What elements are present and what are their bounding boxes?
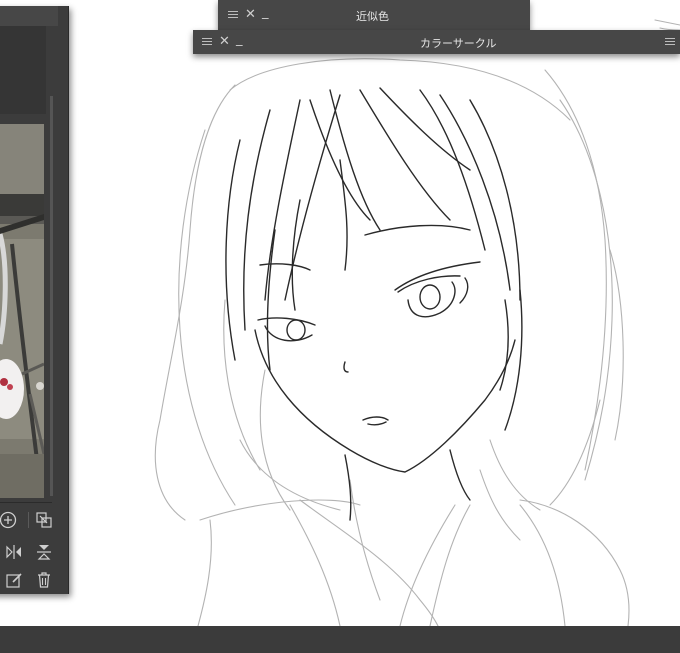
navigator-divider bbox=[0, 502, 52, 503]
fit-window-button[interactable] bbox=[34, 510, 54, 530]
edit-icon bbox=[6, 573, 22, 588]
tool-separator bbox=[28, 512, 29, 528]
navigator-preview[interactable] bbox=[0, 124, 44, 498]
minimize-icon[interactable]: _ bbox=[236, 33, 243, 46]
panel-title-color-circle: カラーサークル bbox=[420, 37, 497, 50]
panel-menu-icon[interactable] bbox=[665, 38, 675, 46]
drawing-canvas[interactable] bbox=[0, 0, 680, 626]
menu-icon[interactable] bbox=[202, 38, 212, 46]
delete-button[interactable] bbox=[34, 570, 54, 590]
panel-title-similar-color: 近似色 bbox=[356, 10, 389, 23]
flip-vertical-button[interactable] bbox=[34, 542, 54, 562]
zoom-in-icon bbox=[0, 511, 17, 529]
zoom-in-button[interactable] bbox=[0, 510, 18, 530]
bottom-status-bar bbox=[0, 626, 680, 653]
flip-horizontal-icon bbox=[6, 545, 21, 559]
edit-button[interactable] bbox=[4, 570, 24, 590]
flip-horizontal-button[interactable] bbox=[4, 542, 24, 562]
similar-color-panel-header[interactable]: ✕ _ 近似色 bbox=[218, 0, 530, 30]
fit-window-icon bbox=[36, 512, 52, 528]
navigator-header bbox=[0, 6, 58, 26]
navigator-toolbar-strip bbox=[0, 26, 46, 114]
navigator-scrollbar[interactable] bbox=[50, 96, 53, 496]
color-circle-panel-header[interactable]: ✕ _ カラーサークル bbox=[193, 30, 680, 54]
sketch-artwork bbox=[154, 19, 680, 626]
minimize-icon[interactable]: _ bbox=[262, 6, 269, 19]
flip-vertical-icon bbox=[37, 545, 51, 560]
navigator-panel bbox=[0, 6, 69, 594]
close-icon[interactable]: ✕ bbox=[245, 8, 256, 21]
trash-icon bbox=[38, 572, 50, 588]
close-icon[interactable]: ✕ bbox=[219, 35, 230, 48]
menu-icon[interactable] bbox=[228, 11, 238, 19]
preview-thumbnail bbox=[0, 124, 44, 498]
